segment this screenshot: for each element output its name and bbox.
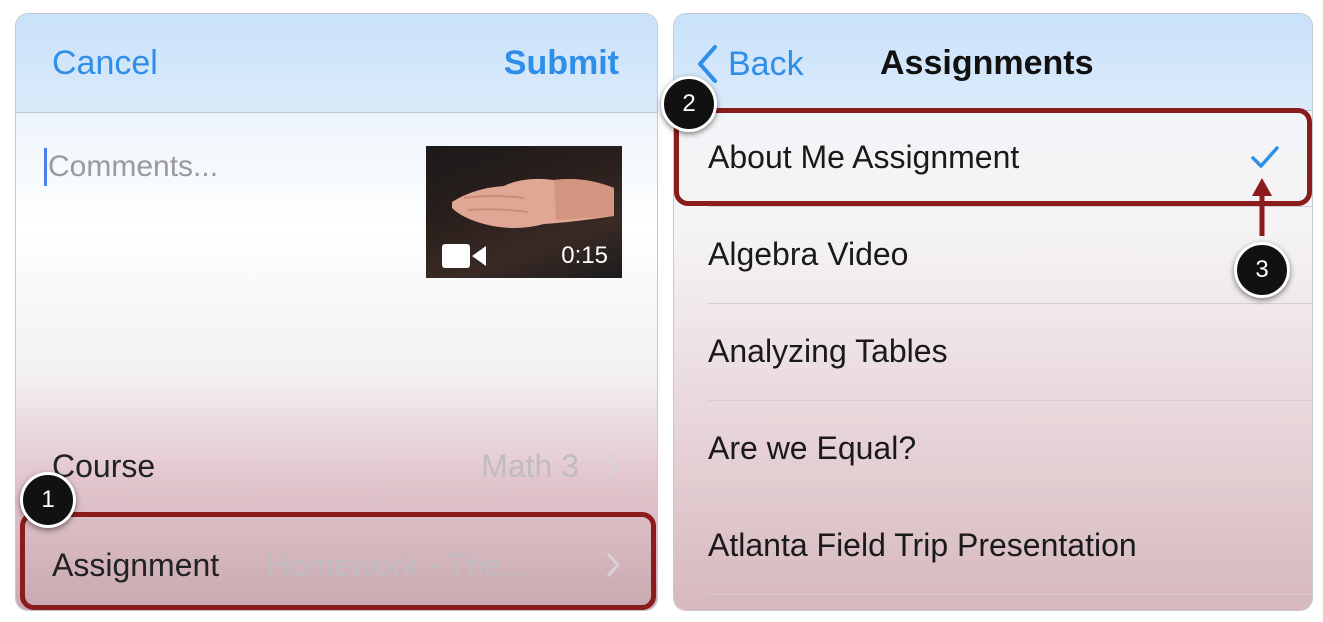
video-duration: 0:15 [561,242,608,269]
list-item[interactable]: Algebra Video [674,207,1312,304]
page-title: Assignments [880,44,1094,82]
assignments-panel: Back Assignments About Me Assignment Alg… [674,14,1312,610]
list-item[interactable]: Analyzing Tables [674,304,1312,401]
video-camera-icon [442,244,486,268]
hand-image [452,178,614,228]
step-3-badge: 3 [1234,242,1290,298]
chevron-right-icon [606,453,621,479]
item-label: Algebra Video [708,236,909,272]
list-item[interactable]: Atlanta Field Trip Presentation [674,498,1312,595]
step-2-badge: 2 [661,76,717,132]
cancel-button[interactable]: Cancel [52,44,158,83]
item-label: Are we Equal? [708,430,917,466]
arrow-up-icon [1252,178,1272,236]
compose-navbar: Cancel Submit [16,14,657,113]
course-row[interactable]: Course Math 3 [16,418,657,514]
back-button[interactable]: Back [696,42,804,86]
submit-button[interactable]: Submit [504,44,619,83]
back-label: Back [728,44,804,83]
text-cursor [44,148,47,186]
list-item[interactable]: Are we Equal? [674,401,1312,498]
item-label: Analyzing Tables [708,333,948,369]
assignment-highlight [20,512,656,610]
course-value: Math 3 [481,448,579,484]
video-thumbnail[interactable]: 0:15 [426,146,622,278]
comments-input[interactable]: Comments... [48,150,218,184]
divider [708,594,1312,595]
selected-item-highlight [674,108,1312,206]
step-1-badge: 1 [20,472,76,528]
item-label: Atlanta Field Trip Presentation [708,527,1137,563]
assignments-navbar: Back Assignments [674,14,1312,111]
